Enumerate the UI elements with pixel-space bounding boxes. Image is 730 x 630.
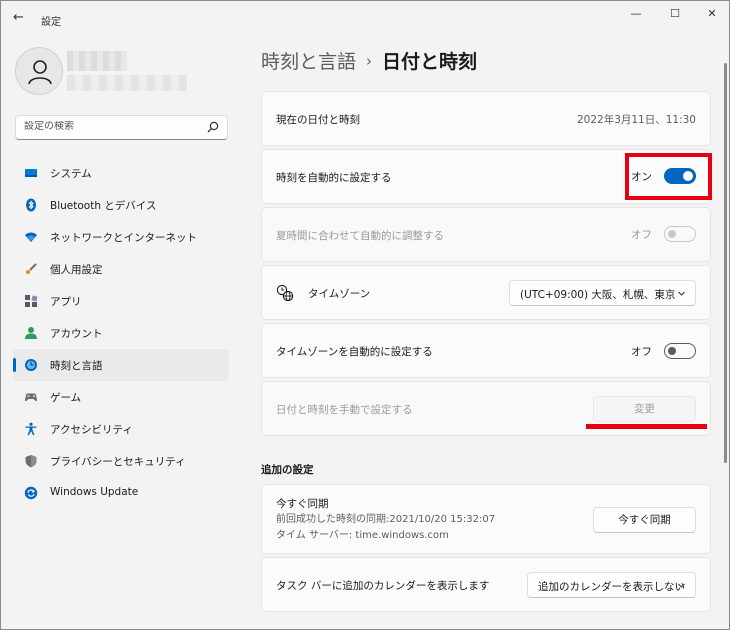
search-box[interactable]: [15, 115, 228, 140]
chevron-down-icon: [678, 291, 685, 296]
last-sync-text: 前回成功した時刻の同期:2021/10/20 15:32:07: [276, 514, 496, 525]
chevron-down-icon: [678, 583, 685, 588]
sidebar-item-windows-update[interactable]: Windows Update: [13, 477, 229, 509]
person-icon: [28, 60, 52, 85]
close-button[interactable]: ✕: [700, 5, 724, 23]
current-datetime-card: 現在の日付と時刻 2022年3月11日、11:30: [261, 91, 711, 146]
timezone-label: タイムゾーン: [308, 288, 371, 300]
search-icon: [207, 121, 219, 133]
sync-title: 今すぐ同期: [276, 498, 329, 510]
network-icon: [25, 232, 37, 242]
change-button[interactable]: 変更: [593, 396, 696, 422]
sidebar-item-apps[interactable]: アプリ: [13, 285, 229, 317]
blurred-user-name: [67, 51, 127, 71]
sidebar-item-label: Windows Update: [50, 486, 139, 498]
manual-datetime-label: 日付と時刻を手動で設定する: [276, 404, 413, 416]
auto-timezone-toggle-wrap[interactable]: オフ: [616, 341, 696, 361]
sidebar-item-label: 時刻と言語: [50, 360, 103, 372]
minimize-button[interactable]: —: [624, 5, 648, 23]
time-language-icon: [25, 359, 37, 371]
sidebar-item-label: 個人用設定: [50, 264, 103, 276]
bluetooth-icon: [26, 198, 36, 212]
sidebar-item-accounts[interactable]: アカウント: [13, 317, 229, 349]
timezone-value: (UTC+09:00) 大阪、札幌、東京: [520, 289, 676, 301]
title-bar: ← 設定 — ☐ ✕: [1, 1, 729, 37]
sidebar-item-gaming[interactable]: ゲーム: [13, 381, 229, 413]
dst-label: 夏時間に合わせて自動的に調整する: [276, 230, 444, 242]
dst-toggle[interactable]: [664, 226, 696, 242]
user-profile[interactable]: [15, 47, 235, 101]
system-icon: [25, 169, 37, 177]
page-title: 日付と時刻: [382, 51, 478, 73]
sidebar-item-label: アプリ: [50, 296, 82, 308]
timezone-card: タイムゾーン (UTC+09:00) 大阪、札幌、東京: [261, 265, 711, 320]
sidebar-item-time-language[interactable]: 時刻と言語: [13, 349, 229, 381]
sync-card: 今すぐ同期 前回成功した時刻の同期:2021/10/20 15:32:07 タイ…: [261, 484, 711, 554]
time-server-text: タイム サーバー: time.windows.com: [276, 530, 449, 541]
additional-settings-heading: 追加の設定: [261, 464, 314, 476]
sync-info: 今すぐ同期 前回成功した時刻の同期:2021/10/20 15:32:07 タイ…: [276, 496, 495, 544]
brush-icon: [26, 263, 37, 274]
auto-time-label: 時刻を自動的に設定する: [276, 172, 392, 184]
calendar-value: 追加のカレンダーを表示しない: [538, 581, 685, 593]
breadcrumb-separator: ›: [366, 52, 373, 70]
calendar-label: タスク バーに追加のカレンダーを表示します: [276, 580, 490, 592]
auto-timezone-toggle[interactable]: [664, 343, 696, 359]
annotation-highlight-box: [625, 153, 712, 200]
dst-state: オフ: [631, 229, 652, 241]
timezone-globe-icon: [276, 284, 294, 302]
sidebar-nav: システム Bluetooth とデバイス ネットワークとインターネット 個人用設…: [13, 157, 229, 509]
sidebar-item-system[interactable]: システム: [13, 157, 229, 189]
calendar-card: タスク バーに追加のカレンダーを表示します 追加のカレンダーを表示しない: [261, 557, 711, 612]
auto-timezone-card: タイムゾーンを自動的に設定する オフ: [261, 323, 711, 378]
current-datetime-label: 現在の日付と時刻: [276, 114, 360, 126]
sidebar-item-label: アクセシビリティ: [50, 424, 133, 436]
maximize-button[interactable]: ☐: [663, 5, 687, 23]
sidebar-item-label: システム: [50, 168, 92, 180]
auto-timezone-state: オフ: [631, 346, 652, 358]
game-icon: [25, 393, 37, 402]
sync-now-button[interactable]: 今すぐ同期: [593, 507, 696, 533]
auto-timezone-label: タイムゾーンを自動的に設定する: [276, 346, 433, 358]
current-datetime-value: 2022年3月11日、11:30: [576, 114, 696, 126]
account-icon: [25, 327, 37, 339]
sidebar-item-accessibility[interactable]: アクセシビリティ: [13, 413, 229, 445]
shield-icon: [25, 455, 37, 468]
sidebar-item-label: プライバシーとセキュリティ: [50, 456, 186, 468]
apps-icon: [25, 295, 38, 307]
back-arrow-icon[interactable]: ←: [13, 10, 29, 26]
sidebar-item-privacy[interactable]: プライバシーとセキュリティ: [13, 445, 229, 477]
avatar: [15, 47, 63, 95]
windows-update-icon: [24, 486, 38, 500]
sidebar-item-label: ゲーム: [50, 392, 82, 404]
dst-card: 夏時間に合わせて自動的に調整する オフ: [261, 207, 711, 262]
dst-toggle-wrap[interactable]: オフ: [616, 224, 696, 244]
sidebar-item-network[interactable]: ネットワークとインターネット: [13, 221, 229, 253]
settings-window: ← 設定 — ☐ ✕ システム Bluetooth とデバイス: [0, 0, 730, 630]
sidebar-item-personalization[interactable]: 個人用設定: [13, 253, 229, 285]
sidebar-item-label: Bluetooth とデバイス: [50, 200, 157, 212]
breadcrumb-parent[interactable]: 時刻と言語: [261, 51, 356, 73]
scrollbar[interactable]: [724, 63, 727, 463]
timezone-dropdown[interactable]: (UTC+09:00) 大阪、札幌、東京: [509, 280, 696, 306]
annotation-underline: [586, 424, 707, 429]
calendar-dropdown[interactable]: 追加のカレンダーを表示しない: [527, 572, 696, 598]
blurred-user-email: [67, 75, 187, 91]
sidebar-item-label: ネットワークとインターネット: [50, 232, 197, 244]
sidebar-item-bluetooth[interactable]: Bluetooth とデバイス: [13, 189, 229, 221]
app-title: 設定: [41, 17, 61, 28]
accessibility-icon: [25, 422, 37, 435]
breadcrumb: 時刻と言語 › 日付と時刻: [261, 47, 477, 77]
sidebar-item-label: アカウント: [50, 328, 103, 340]
search-input[interactable]: [24, 121, 204, 132]
